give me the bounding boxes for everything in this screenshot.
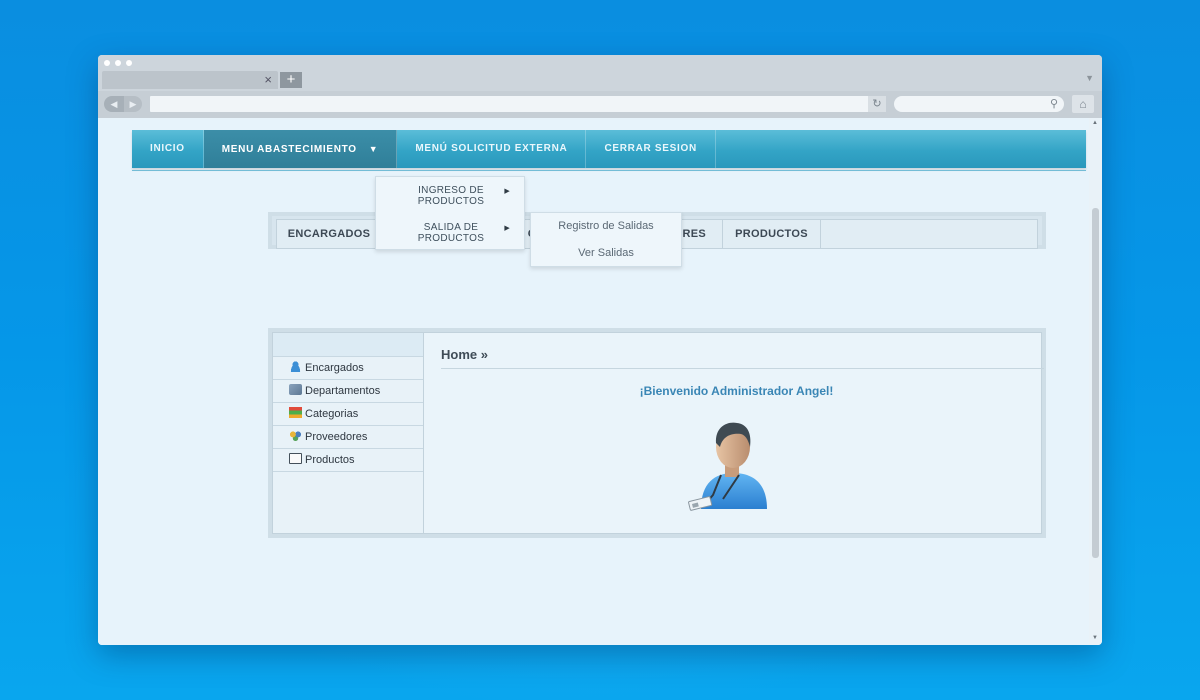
content-panel-inner: Encargados Departamentos Categorias Prov… (272, 332, 1044, 534)
forward-arrow-icon[interactable]: ▶ (124, 96, 142, 112)
nav-item-menu-solicitud-externa[interactable]: MENÚ SOLICITUD EXTERNA (397, 130, 587, 168)
main-content: Home » ¡Bienvenido Administrador Angel! (425, 333, 1044, 533)
url-input[interactable] (150, 96, 886, 112)
submenu-item-registro-salidas[interactable]: Registro de Salidas (531, 213, 681, 240)
sidebar-item-label: Productos (305, 454, 355, 466)
browser-toolbar: ◀ ▶ ↻ ⚲ ⌂ (98, 91, 1102, 118)
window-controls (104, 60, 132, 66)
sidebar-item-productos[interactable]: Productos (273, 449, 423, 472)
sidebar-item-label: Encargados (305, 362, 364, 374)
nav-item-label: CERRAR SESION (604, 143, 697, 154)
search-icon[interactable]: ⚲ (1050, 97, 1058, 110)
nav-item-cerrar-sesion[interactable]: CERRAR SESION (586, 130, 716, 168)
submenu-arrow-icon: ▶ (504, 188, 510, 195)
browser-tab[interactable]: × (102, 71, 278, 89)
dropdown-item-salida-productos[interactable]: SALIDA DE PRODUCTOS ▶ (376, 216, 526, 250)
categories-icon (289, 407, 302, 418)
maximize-window-dot[interactable] (126, 60, 132, 66)
close-window-dot[interactable] (104, 60, 110, 66)
nav-item-menu-abastecimiento[interactable]: MENU ABASTECIMIENTO ▼ (203, 130, 398, 168)
content-panel: Encargados Departamentos Categorias Prov… (268, 328, 1046, 538)
nav-item-label: MENÚ SOLICITUD EXTERNA (415, 143, 568, 154)
nav-item-label: MENU ABASTECIMIENTO (221, 144, 357, 155)
scroll-thumb[interactable] (1092, 208, 1099, 558)
reload-icon[interactable]: ↻ (868, 96, 886, 112)
back-arrow-icon[interactable]: ◀ (104, 96, 124, 112)
sidebar-item-encargados[interactable]: Encargados (273, 357, 423, 380)
sidebar-item-categorias[interactable]: Categorias (273, 403, 423, 426)
dropdown-item-label: INGRESO DE (418, 185, 484, 196)
products-icon (289, 453, 302, 464)
page-scrollbar[interactable]: ▲ ▼ (1089, 118, 1102, 645)
scroll-down-icon[interactable]: ▼ (1092, 635, 1098, 641)
nav-item-inicio[interactable]: INICIO (132, 130, 204, 168)
history-buttons: ◀ ▶ (104, 96, 142, 112)
sidebar-item-departamentos[interactable]: Departamentos (273, 380, 423, 403)
department-icon (289, 384, 302, 395)
minimize-window-dot[interactable] (115, 60, 121, 66)
sidebar-item-label: Departamentos (305, 385, 381, 397)
nav-item-label: INICIO (150, 143, 185, 154)
administrator-avatar-icon (688, 422, 767, 511)
sec-item-encargados[interactable]: ENCARGADOS (277, 220, 382, 248)
sidebar-item-label: Proveedores (305, 431, 368, 443)
sec-item-productos[interactable]: PRODUCTOS (723, 220, 821, 248)
providers-icon (289, 430, 302, 441)
tab-close-icon[interactable]: × (264, 72, 272, 88)
main-navigation: INICIO MENU ABASTECIMIENTO ▼ MENÚ SOLICIT… (132, 130, 1086, 168)
home-icon[interactable]: ⌂ (1072, 95, 1094, 113)
sidebar-item-label: Categorias (305, 408, 359, 420)
breadcrumb-divider (441, 368, 1044, 369)
scroll-up-icon[interactable]: ▲ (1092, 120, 1098, 126)
browser-window: × + ▼ ◀ ▶ ↻ ⚲ ⌂ INICIO MENU ABASTECIMIEN… (98, 55, 1102, 645)
nav-underline (132, 170, 1086, 171)
salida-submenu: Registro de Salidas Ver Salidas (530, 212, 682, 267)
sidebar-item-proveedores[interactable]: Proveedores (273, 426, 423, 449)
breadcrumb[interactable]: Home » (441, 347, 488, 362)
welcome-message: ¡Bienvenido Administrador Angel! (639, 384, 834, 398)
web-page: INICIO MENU ABASTECIMIENTO ▼ MENÚ SOLICIT… (98, 118, 1089, 645)
dropdown-item-label: PRODUCTOS (417, 233, 485, 244)
browser-search-input[interactable]: ⚲ (894, 96, 1064, 112)
sidebar-header (273, 333, 423, 357)
user-icon (289, 361, 302, 372)
dropdown-item-label: PRODUCTOS (417, 196, 485, 207)
tab-list-icon[interactable]: ▼ (1085, 73, 1094, 83)
abastecimiento-dropdown: INGRESO DE PRODUCTOS ▶ SALIDA DE PRODUCT… (375, 176, 525, 250)
sidebar: Encargados Departamentos Categorias Prov… (273, 333, 424, 533)
new-tab-button[interactable]: + (280, 72, 302, 88)
caret-down-icon: ▼ (368, 144, 379, 154)
submenu-item-ver-salidas[interactable]: Ver Salidas (531, 240, 681, 267)
submenu-arrow-icon: ▶ (504, 225, 510, 232)
dropdown-item-ingreso-productos[interactable]: INGRESO DE PRODUCTOS ▶ (376, 179, 526, 213)
dropdown-item-label: SALIDA DE (423, 222, 479, 233)
